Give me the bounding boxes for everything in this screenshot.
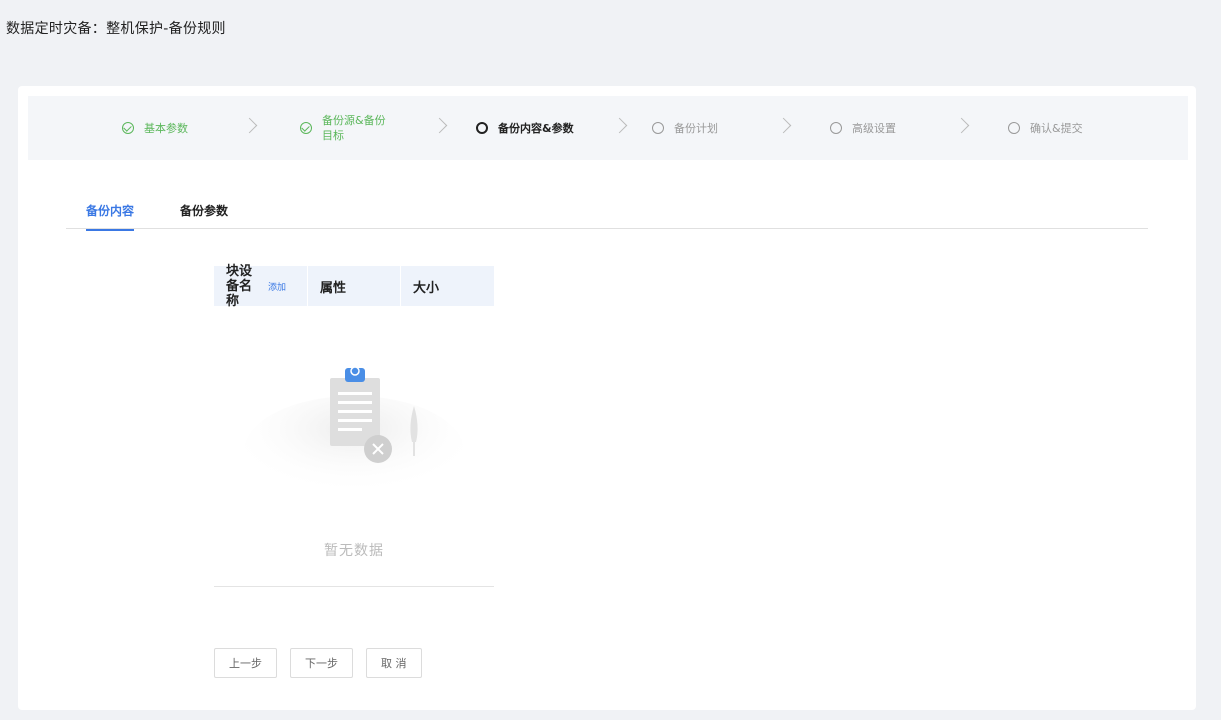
circle-icon xyxy=(1008,122,1020,134)
column-header-size: 大小 xyxy=(400,266,494,306)
empty-data-illustration xyxy=(244,366,464,506)
check-circle-icon xyxy=(300,122,312,134)
circle-icon xyxy=(652,122,664,134)
step-advanced-settings[interactable]: 高级设置 xyxy=(830,96,896,160)
step-label: 备份源&备份目标 xyxy=(322,114,386,142)
prev-step-button[interactable]: 上一步 xyxy=(214,648,277,678)
wizard-buttons: 上一步 下一步 取 消 xyxy=(214,648,435,678)
chevron-right-icon xyxy=(241,117,258,134)
wizard-card: 基本参数 备份源&备份目标 备份内容&参数 备份计划 高级设置 确认&提交 备份… xyxy=(18,86,1196,710)
check-circle-icon xyxy=(122,122,134,134)
step-label: 基本参数 xyxy=(144,121,188,135)
tab-backup-content[interactable]: 备份内容 xyxy=(86,202,135,231)
chevron-right-icon xyxy=(431,117,448,134)
step-confirm-submit[interactable]: 确认&提交 xyxy=(1008,96,1083,160)
steps-bar: 基本参数 备份源&备份目标 备份内容&参数 备份计划 高级设置 确认&提交 xyxy=(28,96,1188,160)
block-device-table: 块设备名称 添加 属性 大小 暂无数据 xyxy=(214,263,494,587)
tab-backup-params[interactable]: 备份参数 xyxy=(180,202,228,229)
step-basic-params[interactable]: 基本参数 xyxy=(122,96,188,160)
tabs-bar: 备份内容 备份参数 xyxy=(66,194,1148,231)
step-content-params[interactable]: 备份内容&参数 xyxy=(476,96,574,160)
chevron-right-icon xyxy=(953,117,970,134)
column-header-attr: 属性 xyxy=(307,266,400,306)
cancel-button[interactable]: 取 消 xyxy=(366,648,422,678)
chevron-right-icon xyxy=(611,117,628,134)
empty-state: 暂无数据 xyxy=(214,306,494,587)
empty-text: 暂无数据 xyxy=(324,543,384,559)
step-source-target[interactable]: 备份源&备份目标 xyxy=(300,96,394,160)
circle-icon xyxy=(830,122,842,134)
step-label: 备份内容&参数 xyxy=(498,121,574,135)
next-step-button[interactable]: 下一步 xyxy=(290,648,353,678)
circle-icon xyxy=(476,122,488,134)
step-label: 高级设置 xyxy=(852,121,896,135)
step-backup-plan[interactable]: 备份计划 xyxy=(652,96,718,160)
chevron-right-icon xyxy=(775,117,792,134)
column-header-name: 块设备名称 添加 xyxy=(214,263,307,309)
step-label: 备份计划 xyxy=(674,121,718,135)
column-name-label: 块设备名称 xyxy=(226,263,253,309)
page-title: 数据定时灾备：整机保护-备份规则 xyxy=(6,21,226,37)
step-label: 确认&提交 xyxy=(1030,121,1083,135)
add-device-link[interactable]: 添加 xyxy=(268,280,286,293)
table-header: 块设备名称 添加 属性 大小 xyxy=(214,263,494,309)
